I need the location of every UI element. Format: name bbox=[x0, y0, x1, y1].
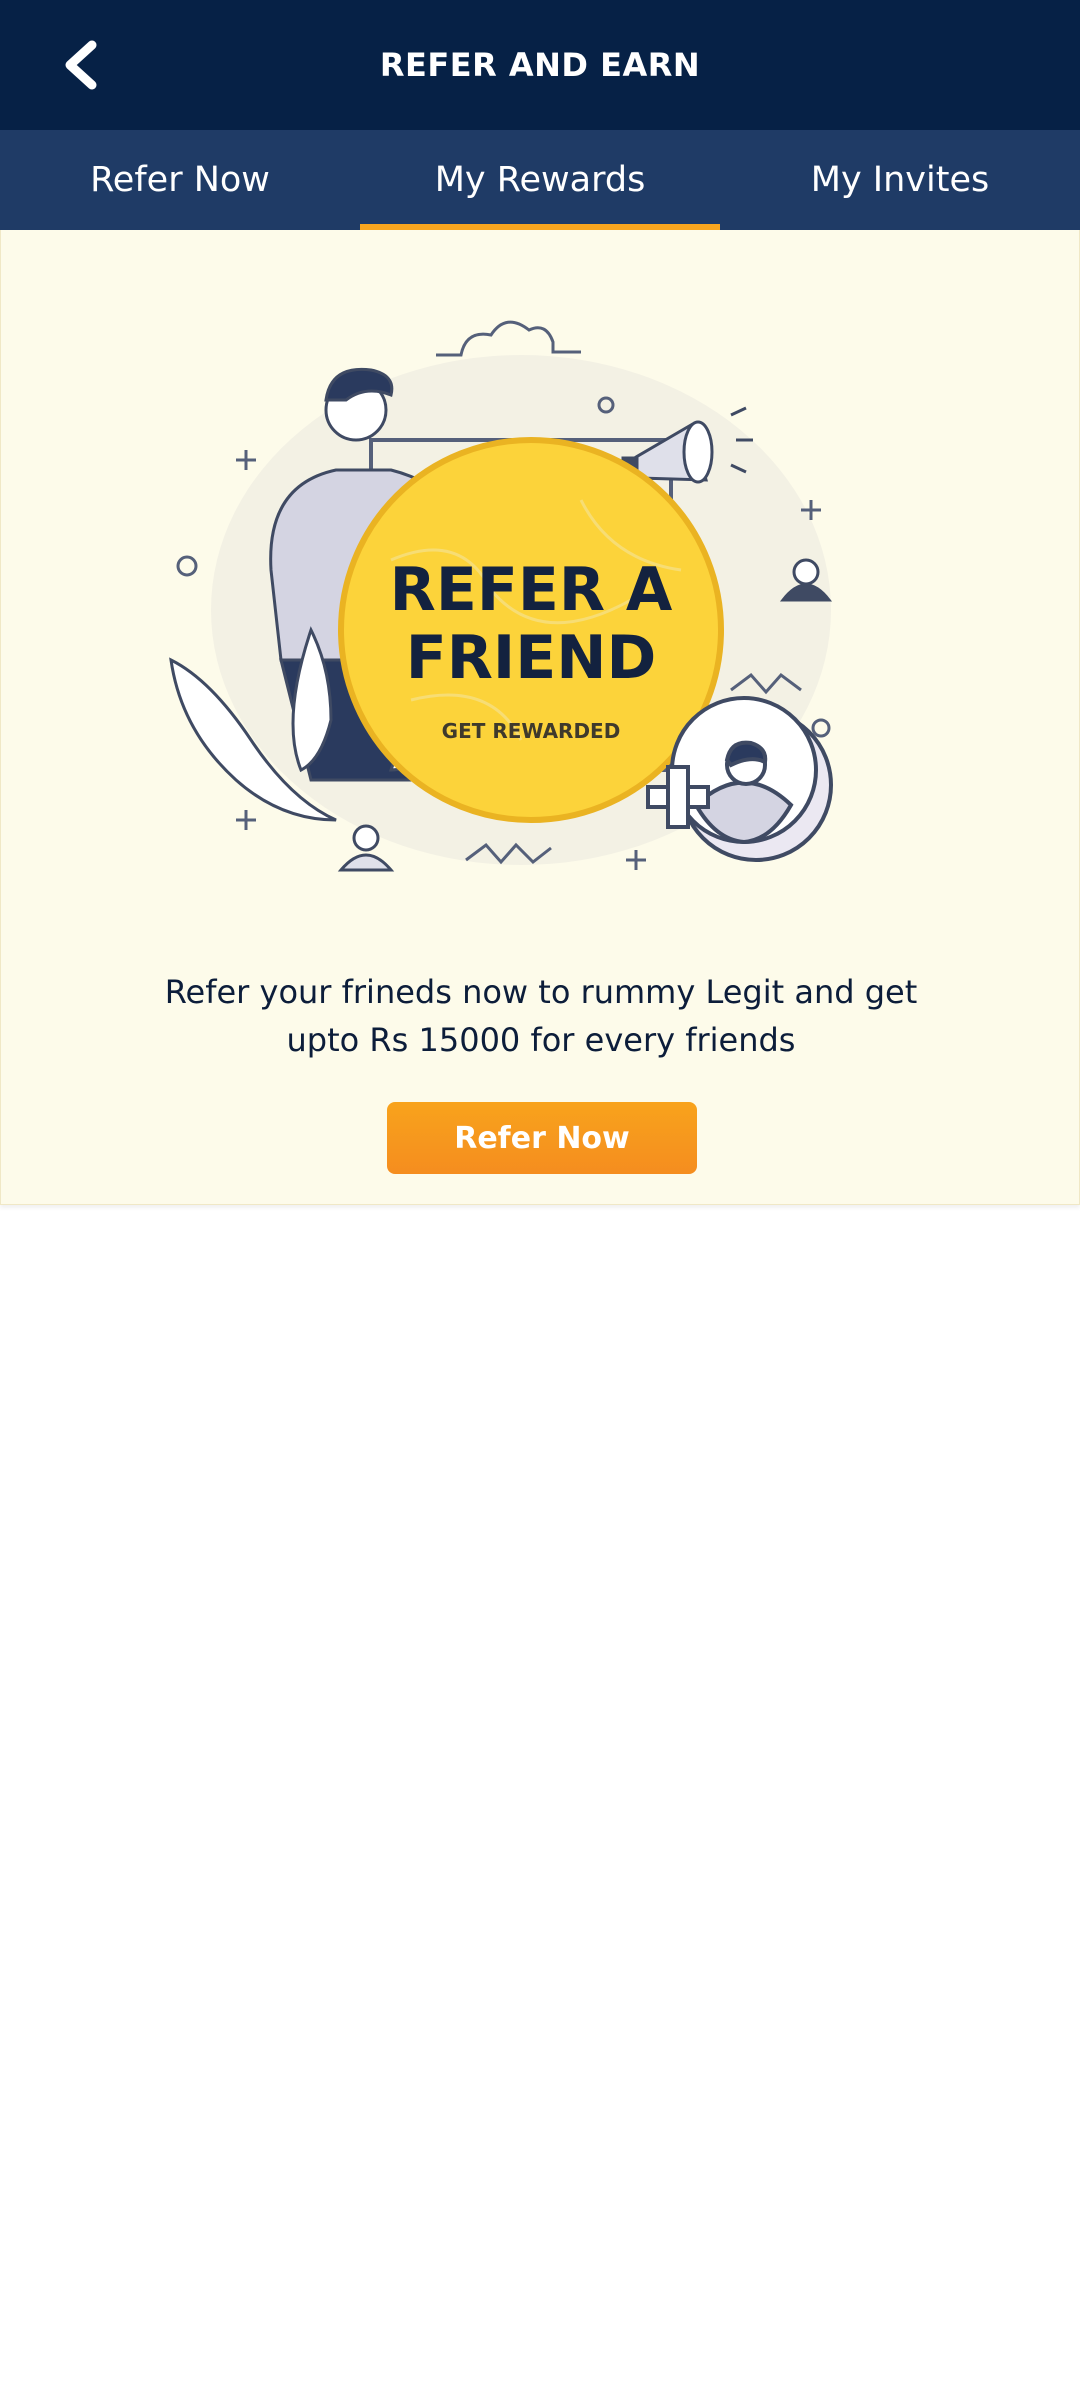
tab-bar: Refer Now My Rewards My Invites bbox=[0, 130, 1080, 230]
dot-doodle bbox=[811, 718, 831, 738]
chevron-left-icon bbox=[65, 40, 97, 90]
refer-now-button[interactable]: Refer Now bbox=[387, 1102, 697, 1174]
refer-a-friend-illustration: REFER A FRIEND GET REWARDED bbox=[169, 320, 833, 872]
cloud-doodle bbox=[436, 320, 581, 357]
referral-card: REFER A FRIEND GET REWARDED Refer your f… bbox=[0, 230, 1080, 1205]
back-button[interactable] bbox=[48, 35, 112, 95]
banner-subline: GET REWARDED bbox=[442, 719, 621, 743]
page-title: REFER AND EARN bbox=[379, 46, 701, 84]
banner-headline-2: FRIEND bbox=[406, 623, 657, 693]
tab-label: Refer Now bbox=[90, 160, 270, 200]
tab-label: My Invites bbox=[810, 160, 990, 200]
banner-headline-1: REFER A bbox=[390, 555, 673, 625]
dot-doodle bbox=[176, 555, 198, 577]
description-line: Refer your frineds now to rummy Legit an… bbox=[164, 973, 918, 1011]
tab-my-rewards[interactable]: My Rewards bbox=[360, 130, 720, 230]
tab-refer-now[interactable]: Refer Now bbox=[0, 130, 360, 230]
referral-description: Refer your frineds now to rummy Legit an… bbox=[121, 968, 961, 1064]
description-line: upto Rs 15000 for every friends bbox=[286, 1021, 796, 1059]
tab-label: My Rewards bbox=[434, 160, 646, 200]
tab-my-invites[interactable]: My Invites bbox=[720, 130, 1080, 230]
app-header: REFER AND EARN bbox=[0, 0, 1080, 130]
